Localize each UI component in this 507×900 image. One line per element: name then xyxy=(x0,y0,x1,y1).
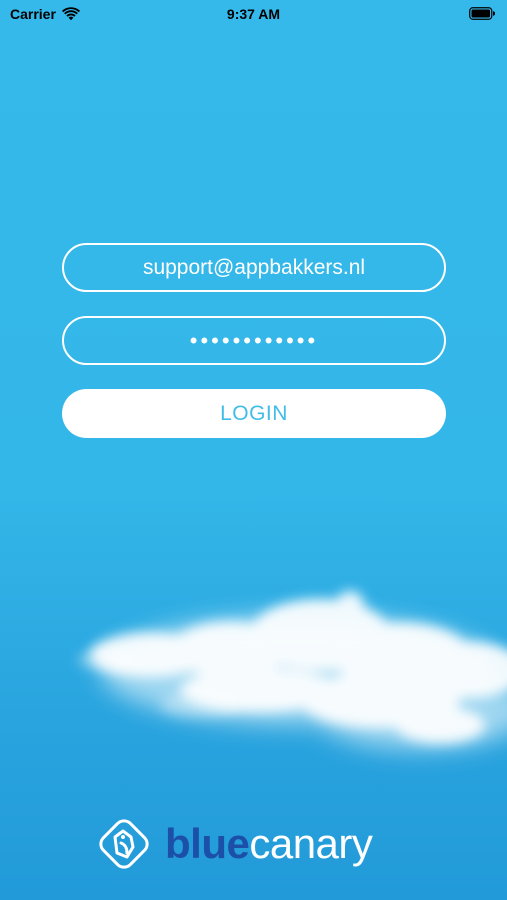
battery-icon xyxy=(469,7,495,20)
login-screen: Carrier 9:37 AM LOGIN xyxy=(0,0,507,900)
brand-name-canary: canary xyxy=(249,820,373,867)
email-field[interactable] xyxy=(62,243,446,292)
cloud-image xyxy=(77,591,507,750)
login-button[interactable]: LOGIN xyxy=(62,389,446,438)
status-time: 9:37 AM xyxy=(226,6,281,22)
canary-bird-icon xyxy=(99,819,149,869)
login-form: LOGIN xyxy=(62,243,446,438)
brand-name-blue: blue xyxy=(165,820,250,867)
brand-logo: bluecanary xyxy=(93,812,373,876)
password-field[interactable] xyxy=(62,316,446,365)
status-bar: Carrier 9:37 AM xyxy=(0,0,507,28)
brand-name: bluecanary xyxy=(165,820,373,867)
